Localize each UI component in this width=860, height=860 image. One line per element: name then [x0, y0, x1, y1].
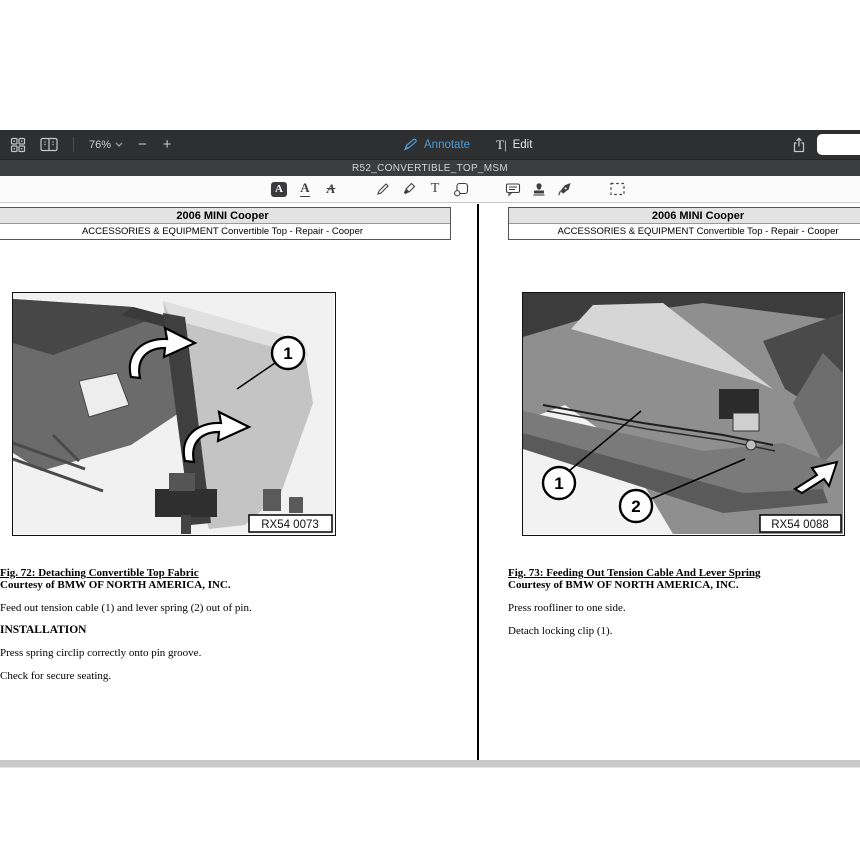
- paragraph: Detach locking clip (1).: [508, 625, 612, 637]
- document-filename: R52_CONVERTIBLE_TOP_MSM: [352, 163, 508, 174]
- figure-72-courtesy: Courtesy of BMW OF NORTH AMERICA, INC.: [0, 579, 231, 591]
- underline-tool-button[interactable]: A: [292, 178, 318, 200]
- stamp-tool-button[interactable]: [526, 178, 552, 200]
- callout-2-label: 2: [631, 497, 640, 516]
- figure-73-caption: Fig. 73: Feeding Out Tension Cable And L…: [508, 567, 761, 579]
- page-header-table: 2006 MINI Cooper ACCESSORIES & EQUIPMENT…: [0, 207, 451, 240]
- share-icon: [792, 137, 806, 153]
- edit-tab-label: Edit: [513, 139, 533, 151]
- pencil-tool-button[interactable]: [370, 178, 396, 200]
- figure-72-caption: Fig. 72: Detaching Convertible Top Fabri…: [0, 567, 199, 579]
- document-title-bar: R52_CONVERTIBLE_TOP_MSM: [0, 159, 860, 176]
- underline-icon: A: [300, 181, 309, 196]
- strikethrough-icon: A: [327, 181, 336, 197]
- zoom-in-button[interactable]: +: [158, 137, 177, 152]
- eraser-icon: [401, 181, 417, 197]
- page-header-subtitle: ACCESSORIES & EQUIPMENT Convertible Top …: [0, 224, 450, 239]
- edit-text-icon: T|: [496, 137, 507, 153]
- figure-72-image: 1 RX54 0073: [12, 292, 336, 536]
- mode-tabs: Annotate T| Edit: [403, 130, 532, 159]
- strikethrough-tool-button[interactable]: A: [318, 178, 344, 200]
- page-gap-divider: [477, 204, 479, 760]
- share-button[interactable]: [788, 135, 810, 155]
- shapes-icon: [453, 181, 470, 197]
- tab-edit[interactable]: T| Edit: [496, 137, 532, 153]
- page-header-table: 2006 MINI Cooper ACCESSORIES & EQUIPMENT…: [508, 207, 860, 240]
- two-page-view-icon: [40, 137, 58, 152]
- zoom-out-button[interactable]: −: [133, 137, 152, 152]
- search-input[interactable]: [817, 134, 860, 155]
- selection-marquee-icon: [609, 181, 626, 197]
- shapes-tool-button[interactable]: [448, 178, 474, 200]
- chevron-down-icon: [115, 142, 123, 147]
- signature-pen-icon: [557, 181, 573, 197]
- page-header-title: 2006 MINI Cooper: [0, 208, 450, 224]
- callout-1-label: 1: [283, 344, 292, 363]
- highlight-icon: A: [271, 182, 287, 197]
- figure-72-ref-label: RX54 0073: [261, 519, 319, 531]
- zoom-level-value: 76%: [89, 139, 111, 151]
- toolbar-divider: [73, 137, 74, 152]
- text-tool-button[interactable]: T: [422, 178, 448, 200]
- paragraph: Feed out tension cable (1) and lever spr…: [0, 602, 252, 614]
- paragraph: Press roofliner to one side.: [508, 602, 626, 614]
- eraser-tool-button[interactable]: [396, 178, 422, 200]
- document-area: 2006 MINI Cooper ACCESSORIES & EQUIPMENT…: [0, 204, 860, 760]
- note-tool-button[interactable]: [500, 178, 526, 200]
- highlight-tool-button[interactable]: A: [266, 178, 292, 200]
- page-header-title: 2006 MINI Cooper: [509, 208, 860, 224]
- selection-tool-button[interactable]: [604, 178, 630, 200]
- grid-view-icon: [10, 137, 26, 153]
- annotation-toolbar: A A A T: [0, 176, 860, 203]
- page-header-subtitle: ACCESSORIES & EQUIPMENT Convertible Top …: [509, 224, 860, 239]
- pencil-icon: [375, 181, 391, 197]
- tension-cable-lever-spring-illustration: 1 2 RX54 0088: [523, 293, 843, 534]
- figure-73-courtesy: Courtesy of BMW OF NORTH AMERICA, INC.: [508, 579, 739, 591]
- annotate-tab-label: Annotate: [424, 139, 470, 151]
- note-comment-icon: [505, 181, 521, 197]
- main-toolbar: 76% − + Annotate T| Edit: [0, 130, 860, 159]
- paragraph: Press spring circlip correctly onto pin …: [0, 647, 201, 659]
- toolbar-right: [788, 130, 810, 159]
- stamp-icon: [531, 181, 547, 197]
- installation-heading: INSTALLATION: [0, 624, 87, 636]
- text-tool-icon: T: [431, 181, 440, 197]
- thumbnail-grid-view-button[interactable]: [6, 135, 30, 155]
- tab-annotate[interactable]: Annotate: [403, 138, 470, 151]
- annotate-pen-icon: [403, 138, 418, 151]
- horizontal-scrollbar[interactable]: [0, 760, 860, 768]
- zoom-level-button[interactable]: 76%: [85, 137, 127, 153]
- callout-1-label: 1: [554, 474, 563, 493]
- signature-tool-button[interactable]: [552, 178, 578, 200]
- convertible-top-fabric-illustration: 1 RX54 0073: [13, 293, 334, 534]
- two-page-view-button[interactable]: [36, 135, 62, 154]
- view-controls: 76% − +: [6, 130, 177, 159]
- paragraph: Check for secure seating.: [0, 670, 111, 682]
- figure-73-image: 1 2 RX54 0088: [522, 292, 845, 536]
- figure-73-ref-label: RX54 0088: [771, 519, 829, 531]
- pdf-viewer-window: 76% − + Annotate T| Edit: [0, 0, 860, 860]
